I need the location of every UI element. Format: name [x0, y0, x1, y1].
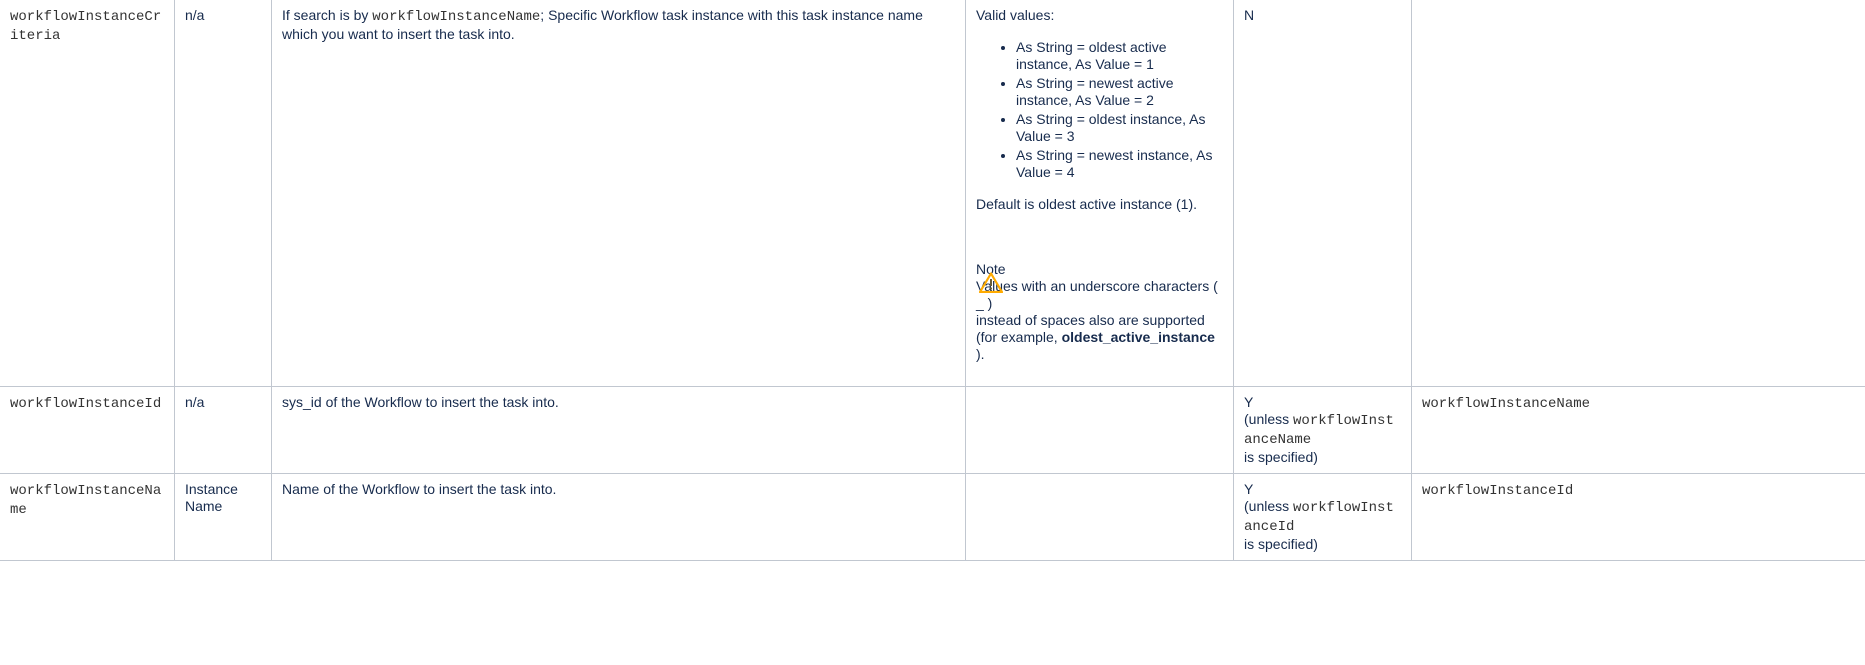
- table-row: workflowInstanceName Instance Name Name …: [0, 473, 1865, 561]
- required-unless: (unless: [1244, 498, 1294, 514]
- required-cell: N: [1233, 0, 1412, 387]
- list-item: As String = newest instance, As Value = …: [1016, 147, 1223, 181]
- required-unless: (unless: [1244, 411, 1294, 427]
- field-name-cell: workflowInstanceCriteria: [0, 0, 175, 387]
- required-cell: Y (unless workflowInstanceId is specifie…: [1233, 473, 1412, 561]
- list-item: As String = oldest active instance, As V…: [1016, 39, 1223, 73]
- mutually-exclusive-value: workflowInstanceId: [1422, 483, 1574, 499]
- required-condition: (unless workflowInstanceName: [1244, 411, 1401, 449]
- valid-values-cell: Valid values: As String = oldest active …: [965, 0, 1234, 387]
- field-name-cell: workflowInstanceId: [0, 386, 175, 474]
- warning-icon: [979, 272, 1003, 293]
- note-line3: ).: [976, 346, 985, 362]
- field-name-cell: workflowInstanceName: [0, 473, 175, 561]
- table-row: workflowInstanceCriteria n/a If search i…: [0, 0, 1865, 387]
- description-prefix: If search is by: [282, 7, 373, 23]
- note-bold: oldest_active_instance: [1061, 329, 1215, 345]
- description-cell: If search is by workflowInstanceName; Sp…: [271, 0, 966, 387]
- parameters-table: workflowInstanceCriteria n/a If search i…: [0, 0, 1865, 561]
- valid-values-title: Valid values:: [976, 7, 1055, 23]
- mutually-exclusive-cell: workflowInstanceName: [1411, 386, 1865, 474]
- label-cell: n/a: [174, 386, 272, 474]
- list-item: As String = newest active instance, As V…: [1016, 75, 1223, 109]
- description: sys_id of the Workflow to insert the tas…: [282, 394, 559, 410]
- valid-values-list: As String = oldest active instance, As V…: [976, 39, 1223, 181]
- mutually-exclusive-cell: [1411, 0, 1865, 387]
- required-flag: Y: [1244, 394, 1254, 410]
- field-name: workflowInstanceName: [10, 483, 162, 518]
- description: Name of the Workflow to insert the task …: [282, 481, 557, 497]
- field-label: n/a: [185, 7, 205, 23]
- field-name: workflowInstanceCriteria: [10, 9, 162, 44]
- required-cell: Y (unless workflowInstanceName is specif…: [1233, 386, 1412, 474]
- description-cell: Name of the Workflow to insert the task …: [271, 473, 966, 561]
- valid-values-cell: [965, 386, 1234, 474]
- list-item: As String = oldest instance, As Value = …: [1016, 111, 1223, 145]
- mutually-exclusive-cell: workflowInstanceId: [1411, 473, 1865, 561]
- label-cell: n/a: [174, 0, 272, 387]
- description-cell: sys_id of the Workflow to insert the tas…: [271, 386, 966, 474]
- required-tail: is specified): [1244, 449, 1318, 465]
- note-body: Values with an underscore characters ( _…: [976, 278, 1223, 363]
- label-cell: Instance Name: [174, 473, 272, 561]
- field-label: n/a: [185, 394, 205, 410]
- table-row: workflowInstanceId n/a sys_id of the Wor…: [0, 386, 1865, 474]
- valid-values-cell: [965, 473, 1234, 561]
- description-code: workflowInstanceName: [372, 9, 541, 25]
- required-flag: N: [1244, 7, 1255, 23]
- required-condition: (unless workflowInstanceId: [1244, 498, 1401, 536]
- field-label: Instance Name: [185, 481, 238, 514]
- note-line1: Values with an underscore characters ( _…: [976, 278, 1218, 311]
- note-title: Note: [976, 261, 1006, 277]
- field-name: workflowInstanceId: [10, 396, 162, 412]
- default-text: Default is oldest active instance (1).: [976, 196, 1197, 212]
- required-tail: is specified): [1244, 536, 1318, 552]
- mutually-exclusive-value: workflowInstanceName: [1422, 396, 1591, 412]
- required-flag: Y: [1244, 481, 1254, 497]
